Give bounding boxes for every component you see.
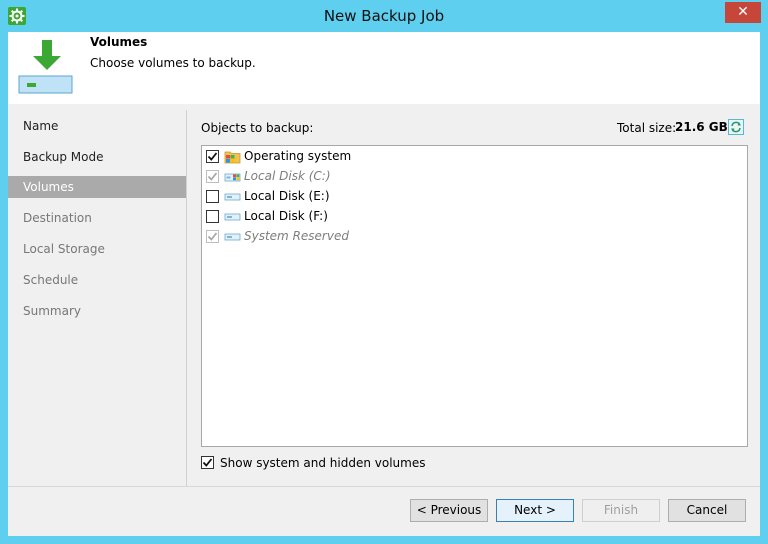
disk-icon [224,229,241,244]
step-schedule: Schedule [23,273,79,287]
volume-checkbox-system-reserved [206,230,219,243]
sidebar-divider [186,110,187,486]
wizard-client: Volumes Choose volumes to backup. Name B… [8,32,760,536]
volume-checkbox-local-disk-c [206,170,219,183]
title-bar[interactable]: New Backup Job ✕ [0,0,768,32]
disk-icon [224,189,241,204]
show-hidden-volumes-label[interactable]: Show system and hidden volumes [220,456,425,470]
volume-checkbox-operating-system[interactable] [206,150,219,163]
step-local-storage: Local Storage [23,242,105,256]
cancel-button[interactable]: Cancel [668,499,746,522]
volumes-list[interactable]: Operating system Local Disk (C:) Local D… [201,145,748,447]
backup-job-window: New Backup Job ✕ Volumes Choose volumes … [0,0,768,544]
total-size-value: 21.6 GB [675,120,728,134]
step-destination: Destination [23,211,92,225]
volume-checkbox-local-disk-f[interactable] [206,210,219,223]
step-volumes[interactable]: Volumes [8,176,186,198]
wizard-steps: Name Backup Mode Volumes Destination Loc… [8,110,186,488]
window-title: New Backup Job [323,7,445,25]
list-item[interactable]: Local Disk (E:) [206,187,606,207]
footer-divider [8,486,760,487]
finish-button: Finish [582,499,660,522]
download-disk-icon [16,38,82,98]
page-title: Volumes [90,35,148,49]
list-item: System Reserved [206,227,606,247]
refresh-icon[interactable] [728,119,744,135]
volume-label: Operating system [244,149,352,163]
volume-label: Local Disk (F:) [244,209,328,223]
step-backup-mode[interactable]: Backup Mode [8,146,186,168]
volume-label: Local Disk (C:) [244,169,331,183]
show-hidden-volumes-checkbox[interactable] [201,456,214,469]
objects-label: Objects to backup: [201,121,314,135]
windows-folder-icon [224,149,241,164]
previous-button[interactable]: < Previous [410,499,488,522]
list-item[interactable]: Operating system [206,147,606,167]
close-button[interactable]: ✕ [725,2,761,23]
total-size-label: Total size: [617,121,677,135]
volume-label: Local Disk (E:) [244,189,330,203]
list-item[interactable]: Local Disk (F:) [206,207,606,227]
page-subtitle: Choose volumes to backup. [90,56,256,70]
windows-disk-icon [224,169,241,184]
volume-checkbox-local-disk-e[interactable] [206,190,219,203]
step-summary: Summary [23,304,81,318]
step-name[interactable]: Name [8,115,186,137]
disk-icon [224,209,241,224]
wizard-header: Volumes Choose volumes to backup. [8,32,760,104]
volume-label: System Reserved [244,229,349,243]
next-button[interactable]: Next > [496,499,574,522]
list-item: Local Disk (C:) [206,167,606,187]
